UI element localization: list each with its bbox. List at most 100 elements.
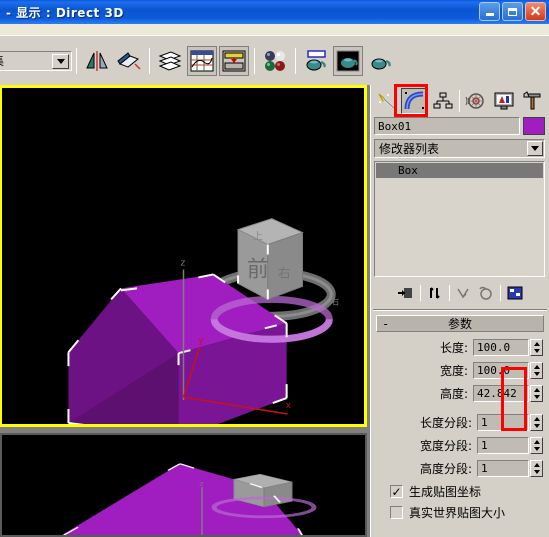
length-input[interactable]: 100.0	[473, 339, 529, 356]
svg-text:右: 右	[278, 266, 291, 281]
parameters-rollout-header[interactable]: - 参数	[376, 315, 544, 332]
minimize-icon	[485, 13, 494, 16]
pin-stack-icon[interactable]	[396, 283, 416, 303]
viewport-secondary-canvas[interactable]: z	[2, 435, 365, 535]
window-title: - 显示 : Direct 3D	[6, 5, 124, 20]
spin-up-icon[interactable]	[531, 340, 542, 348]
display-tab[interactable]	[490, 88, 517, 114]
spin-up-icon[interactable]	[531, 363, 542, 371]
make-unique-icon[interactable]	[454, 283, 474, 303]
length-row: 长度: 100.0	[377, 337, 543, 358]
toolbar-separator	[254, 47, 255, 74]
show-end-result-icon[interactable]	[425, 283, 445, 303]
chevron-down-icon[interactable]	[52, 53, 69, 69]
length-segs-input[interactable]: 1	[477, 414, 529, 431]
hierarchy-tab[interactable]	[429, 88, 456, 114]
width-input[interactable]: 100.0	[473, 362, 529, 379]
modifier-list-dropdown[interactable]: 修改器列表	[374, 139, 545, 158]
close-icon: ✕	[529, 3, 542, 19]
align-icon[interactable]	[114, 46, 144, 76]
stack-tool-separator	[448, 285, 450, 301]
maximize-button[interactable]	[502, 2, 523, 21]
real-world-map-size-checkbox[interactable]	[390, 506, 403, 519]
spin-down-icon[interactable]	[531, 423, 542, 431]
height-input[interactable]: 42.842	[473, 385, 529, 402]
render-production-icon[interactable]	[365, 46, 395, 76]
svg-text:右: 右	[331, 296, 339, 306]
viewport-secondary[interactable]: z	[0, 433, 367, 537]
main-area: 左 右 前	[0, 85, 549, 537]
main-toolbar: 集	[0, 35, 549, 85]
viewport-perspective-canvas[interactable]: 左 右 前	[2, 88, 364, 424]
spin-up-icon[interactable]	[531, 461, 542, 469]
spin-down-icon[interactable]	[531, 348, 542, 356]
stack-tool-separator	[499, 285, 501, 301]
modifier-list-label: 修改器列表	[379, 142, 440, 156]
motion-tab[interactable]	[462, 88, 489, 114]
height-row: 高度: 42.842	[377, 383, 543, 404]
close-button[interactable]: ✕	[525, 2, 546, 21]
spin-up-icon[interactable]	[531, 415, 542, 423]
height-segs-spinner[interactable]	[530, 460, 543, 477]
width-segs-input[interactable]: 1	[477, 437, 529, 454]
length-label: 长度:	[439, 341, 468, 355]
width-spinner[interactable]	[530, 362, 543, 379]
mirror-icon[interactable]	[82, 46, 112, 76]
generate-mapping-coords-row[interactable]: ✓ 生成贴图坐标	[377, 481, 543, 502]
modifier-stack-item[interactable]: Box	[376, 163, 543, 178]
stack-tool-separator	[419, 285, 421, 301]
width-segs-label: 宽度分段:	[419, 439, 472, 453]
spin-down-icon[interactable]	[531, 394, 542, 402]
object-color-swatch[interactable]	[523, 117, 545, 135]
spin-up-icon[interactable]	[531, 386, 542, 394]
toolbar-separator	[149, 47, 150, 74]
spin-down-icon[interactable]	[531, 371, 542, 379]
height-segs-input[interactable]: 1	[477, 460, 529, 477]
rollout-title: 参数	[447, 317, 472, 331]
real-world-map-size-label: 真实世界贴图大小	[409, 506, 506, 520]
remove-modifier-icon[interactable]	[476, 283, 496, 303]
real-world-map-size-row[interactable]: 真实世界贴图大小	[377, 502, 543, 523]
curve-editor-icon[interactable]	[187, 45, 217, 76]
height-spinner[interactable]	[530, 385, 543, 402]
rendered-frame-icon[interactable]	[333, 45, 363, 76]
viewport-container: 左 右 前	[0, 85, 370, 537]
generate-mapping-coords-checkbox[interactable]: ✓	[390, 485, 403, 498]
svg-text:前: 前	[247, 257, 269, 282]
object-name-field[interactable]: Box01	[374, 117, 520, 135]
viewport-perspective[interactable]: 左 右 前	[0, 85, 367, 427]
schematic-view-icon[interactable]	[219, 45, 249, 76]
modifier-stack[interactable]: Box	[374, 161, 545, 277]
utilities-tab[interactable]	[518, 88, 545, 114]
chevron-down-icon[interactable]	[527, 141, 543, 156]
title-underlay	[0, 24, 549, 35]
create-tab[interactable]	[373, 88, 400, 114]
spin-up-icon[interactable]	[531, 438, 542, 446]
height-segs-label: 高度分段:	[419, 462, 472, 476]
window-controls: ✕	[479, 2, 546, 21]
length-segs-spinner[interactable]	[530, 414, 543, 431]
configure-sets-icon[interactable]	[505, 283, 525, 303]
width-segs-row: 宽度分段: 1	[377, 435, 543, 456]
length-segs-label: 长度分段:	[419, 416, 472, 430]
svg-text:上: 上	[253, 231, 263, 243]
length-spinner[interactable]	[530, 339, 543, 356]
width-segs-spinner[interactable]	[530, 437, 543, 454]
named-selection-sets-combo[interactable]: 集	[0, 50, 72, 71]
spin-down-icon[interactable]	[531, 469, 542, 477]
window-title-bar: - 显示 : Direct 3D ✕	[0, 0, 549, 24]
material-editor-icon[interactable]	[260, 46, 290, 76]
tab-separator	[459, 90, 460, 112]
width-row: 宽度: 100.0	[377, 360, 543, 381]
toolbar-separator	[76, 47, 77, 74]
length-segs-row: 长度分段: 1	[377, 412, 543, 433]
layer-manager-icon[interactable]	[155, 46, 185, 76]
modifier-stack-toolbar	[371, 281, 549, 305]
generate-mapping-coords-label: 生成贴图坐标	[409, 485, 482, 499]
rollout-collapse-icon[interactable]: -	[382, 317, 389, 331]
height-label: 高度:	[439, 387, 468, 401]
spin-down-icon[interactable]	[531, 446, 542, 454]
render-setup-icon[interactable]	[301, 46, 331, 76]
modify-tab[interactable]	[401, 88, 428, 114]
minimize-button[interactable]	[479, 2, 500, 21]
